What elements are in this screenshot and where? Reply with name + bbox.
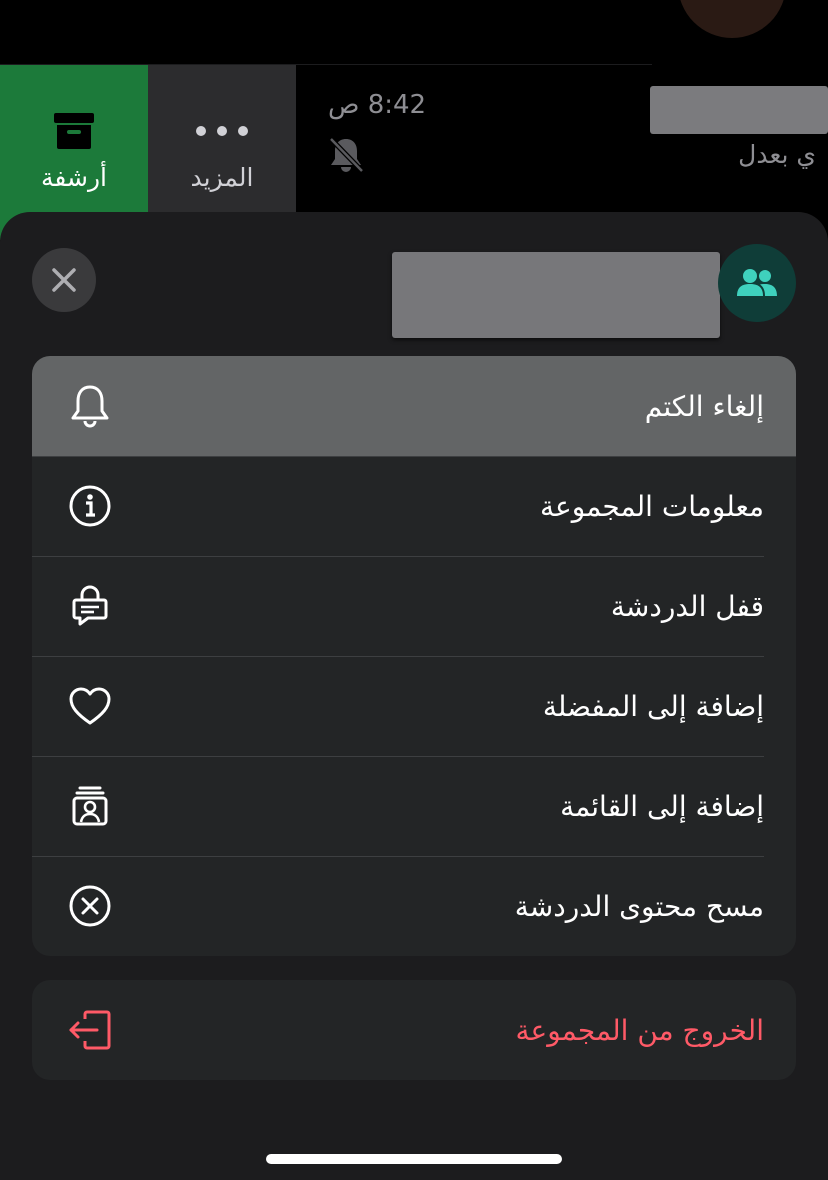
exit-group-label: الخروج من المجموعة [515,1013,765,1047]
bell-slash-icon [326,136,366,178]
exit-group-section: الخروج من المجموعة [32,980,796,1080]
lock-chat-label: قفل الدردشة [610,589,764,623]
lock-chat-item[interactable]: قفل الدردشة [32,556,796,656]
chat-avatar [678,0,786,38]
chat-time: 8:42 ص [328,90,427,120]
add-to-list-item[interactable]: إضافة إلى القائمة [32,756,796,856]
more-label: المزيد [190,163,254,192]
exit-door-icon [66,1006,114,1054]
chat-preview: ي بعدل [738,140,816,169]
group-info-label: معلومات المجموعة [540,489,764,523]
contact-list-icon [66,782,114,830]
chat-lock-icon [66,582,114,630]
redacted-chat-name [650,86,828,134]
exit-group-item[interactable]: الخروج من المجموعة [32,980,796,1080]
group-avatar [718,244,796,322]
actions-menu: إلغاء الكتم معلومات المجموعة قفل الدردشة… [32,356,796,956]
clear-chat-label: مسح محتوى الدردشة [514,889,764,923]
add-to-list-label: إضافة إلى القائمة [560,789,764,823]
xmark-icon [51,267,77,293]
unmute-label: إلغاء الكتم [644,389,764,423]
add-to-favorites-label: إضافة إلى المفضلة [542,689,764,723]
clear-chat-item[interactable]: مسح محتوى الدردشة [32,856,796,956]
home-indicator [266,1154,562,1164]
info-circle-icon [66,482,114,530]
archive-label: أرشفة [40,163,107,192]
add-to-favorites-item[interactable]: إضافة إلى المفضلة [32,656,796,756]
chat-list-background: أرشفة المزيد 8:42 ص ي بعدل [0,0,828,240]
close-button[interactable] [32,248,96,312]
archive-box-icon [52,107,96,155]
bell-icon [66,382,114,430]
heart-icon [66,682,114,730]
xmark-circle-icon [66,882,114,930]
group-info-item[interactable]: معلومات المجموعة [32,456,796,556]
chat-actions-sheet: إلغاء الكتم معلومات المجموعة قفل الدردشة… [0,212,828,1180]
unmute-item[interactable]: إلغاء الكتم [32,356,796,456]
ellipsis-icon [195,107,249,155]
redacted-group-name [392,252,720,338]
group-people-icon [736,268,778,298]
